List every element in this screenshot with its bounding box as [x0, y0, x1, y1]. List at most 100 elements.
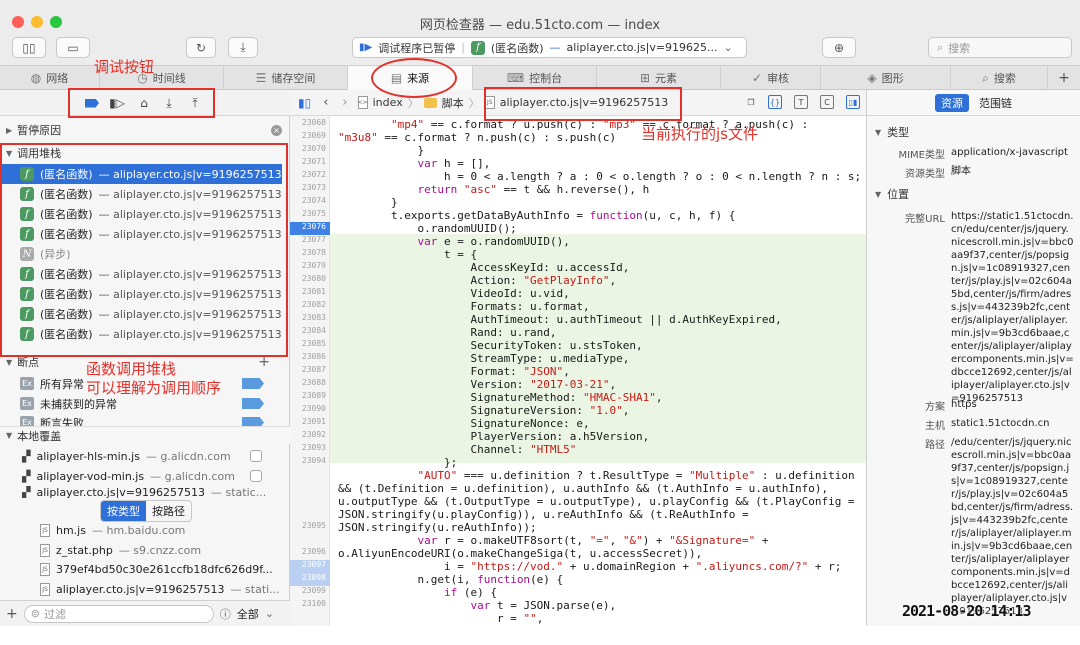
type-section-header[interactable]: ▼ 类型	[875, 124, 909, 140]
line-number[interactable]: 23072	[290, 170, 330, 183]
line-number[interactable]: 23080	[290, 274, 330, 287]
line-number-gutter[interactable]: 23068 23069 23070 23071 23072 23073 23074 23075…	[290, 116, 330, 626]
line-number[interactable]: 23097	[290, 560, 330, 573]
resource-item[interactable]: JS aliplayer.cto.js|v=9196257513 — stati..…	[0, 579, 282, 599]
line-number[interactable]: 23081	[290, 287, 330, 300]
scope-select[interactable]: 全部	[237, 606, 259, 622]
line-number[interactable]: 23098	[290, 573, 330, 586]
back-button[interactable]: ‹	[323, 95, 328, 110]
paused-reason-header[interactable]: ▶ 暂停原因 ×	[0, 121, 290, 139]
js-file-icon: JS	[40, 543, 50, 557]
line-number[interactable]: 23092	[290, 430, 330, 443]
tab-search[interactable]: ⌕ 搜索	[951, 66, 1048, 90]
tab-network[interactable]: ◍ 网络	[0, 66, 100, 90]
line-number[interactable]: 23073	[290, 183, 330, 196]
resource-host: — hm.baidu.com	[91, 523, 186, 537]
line-number[interactable]: 23085	[290, 339, 330, 352]
audit-icon: ✓	[751, 71, 763, 85]
add-button[interactable]: +	[6, 606, 18, 622]
tab-scope-chain[interactable]: 范围链	[979, 95, 1012, 111]
line-number[interactable]: 23070	[290, 144, 330, 157]
tab-resource[interactable]: 资源	[935, 93, 969, 112]
window-title: 网页检查器 — edu.51cto.com — index	[419, 18, 661, 33]
line-number[interactable]	[290, 495, 330, 508]
line-number[interactable]: 23079	[290, 261, 330, 274]
override-item[interactable]: ▞ aliplayer-hls-min.js — g.alicdn.com	[0, 446, 282, 466]
line-number[interactable]: 23071	[290, 157, 330, 170]
filter-input[interactable]: ⊜ 过滤	[23, 604, 214, 623]
tab-audit[interactable]: ✓ 审核	[721, 66, 821, 90]
line-number[interactable]	[290, 482, 330, 495]
breadcrumb-script[interactable]: 脚本	[442, 95, 464, 111]
location-section-header[interactable]: ▼ 位置	[875, 186, 909, 202]
line-number[interactable]: 23091	[290, 417, 330, 430]
line-number[interactable]: 23099	[290, 586, 330, 599]
line-number[interactable]: 23086	[290, 352, 330, 365]
line-number[interactable]	[290, 469, 330, 482]
line-number[interactable]	[290, 534, 330, 547]
line-number[interactable]: 23075	[290, 209, 330, 222]
override-item[interactable]: ▞ aliplayer.cto.js|v=9196257513 — static..…	[0, 486, 282, 498]
type-profiler-icon[interactable]: T	[794, 95, 808, 109]
line-number[interactable]	[290, 508, 330, 521]
info-icon[interactable]: ⓘ	[220, 606, 231, 622]
js-file-icon: JS	[40, 582, 50, 596]
element-picker-button[interactable]: ⊕	[822, 37, 856, 58]
breadcrumb-index[interactable]: index	[373, 96, 403, 109]
download-icon: ⤓	[240, 40, 246, 54]
sidebar-toggle-button[interactable]: ▯▯	[12, 37, 46, 58]
annotation-call-stack-line1: 函数调用堆栈	[86, 360, 177, 378]
line-number[interactable]: 23100	[290, 599, 330, 612]
navigator-toggle-icon[interactable]: ▮▯	[298, 96, 311, 110]
download-button[interactable]: ⤓	[228, 37, 258, 58]
dock-layout-button[interactable]: ▭	[56, 37, 90, 58]
resource-item[interactable]: JS z_stat.php — s9.cnzz.com	[0, 540, 282, 560]
line-number[interactable]: 23088	[290, 378, 330, 391]
search-field[interactable]: ⌕ 搜索	[928, 37, 1072, 58]
resource-name: aliplayer.cto.js|v=9196257513	[56, 582, 225, 596]
line-number[interactable]: 23069	[290, 131, 330, 144]
override-checkbox[interactable]	[250, 450, 262, 462]
resource-item[interactable]: JS 379ef4bd50c30e261ccfb18dfc626d9f...	[0, 559, 282, 579]
network-icon: ◍	[30, 71, 42, 85]
code-coverage-icon[interactable]: C	[820, 95, 834, 109]
add-tab-button[interactable]: +	[1048, 66, 1080, 90]
line-number[interactable]: 23089	[290, 391, 330, 404]
line-number[interactable]: 23078	[290, 248, 330, 261]
line-number[interactable]: 23093	[290, 443, 330, 456]
line-number[interactable]: 23094	[290, 456, 330, 469]
details-sidebar-toggle-icon[interactable]: ▯▮	[846, 95, 860, 109]
line-number[interactable]: 23095	[290, 521, 330, 534]
line-number[interactable]: 23083	[290, 313, 330, 326]
copy-icon[interactable]: ❐	[744, 95, 758, 109]
group-by-path-button[interactable]: 按路径	[146, 501, 191, 521]
line-number[interactable]: 23096	[290, 547, 330, 560]
tab-label: 审核	[767, 72, 790, 85]
annotation-current-file-label: 当前执行的js文件	[641, 125, 758, 143]
line-number[interactable]: 23076	[290, 222, 330, 235]
close-icon[interactable]: ×	[271, 124, 282, 136]
tab-storage[interactable]: ☰ 储存空间	[224, 66, 348, 90]
sidebar-footer: + ⊜ 过滤 ⓘ 全部 ⌄	[0, 600, 290, 626]
debugger-status[interactable]: ▮▶ 调试程序已暂停 | f (匿名函数) — aliplayer.cto.js…	[352, 37, 747, 58]
line-number[interactable]: 23068	[290, 118, 330, 131]
line-number[interactable]: 23074	[290, 196, 330, 209]
reload-button[interactable]: ↻	[186, 37, 216, 58]
group-by-type-button[interactable]: 按类型	[101, 501, 146, 521]
line-number[interactable]: 23077	[290, 235, 330, 248]
breakpoint-flag-icon[interactable]	[242, 378, 264, 389]
pretty-print-icon[interactable]: {}	[768, 95, 782, 109]
full-url-value[interactable]: https://static1.51ctocdn.cn/edu/center/j…	[951, 210, 1074, 405]
line-number[interactable]: 23090	[290, 404, 330, 417]
local-overrides-header[interactable]: ▼ 本地覆盖	[0, 426, 290, 444]
tab-graphics[interactable]: ◈ 图形	[821, 66, 951, 90]
override-checkbox[interactable]	[250, 470, 262, 482]
breakpoint-flag-icon[interactable]	[242, 398, 264, 409]
line-number[interactable]: 23082	[290, 300, 330, 313]
group-mode-segmented[interactable]: 按类型 按路径	[100, 500, 192, 522]
forward-button[interactable]: ›	[342, 95, 347, 110]
line-number[interactable]: 23084	[290, 326, 330, 339]
resource-item[interactable]: JS hm.js — hm.baidu.com	[0, 520, 282, 540]
override-item[interactable]: ▞ aliplayer-vod-min.js — g.alicdn.com	[0, 466, 282, 486]
line-number[interactable]: 23087	[290, 365, 330, 378]
